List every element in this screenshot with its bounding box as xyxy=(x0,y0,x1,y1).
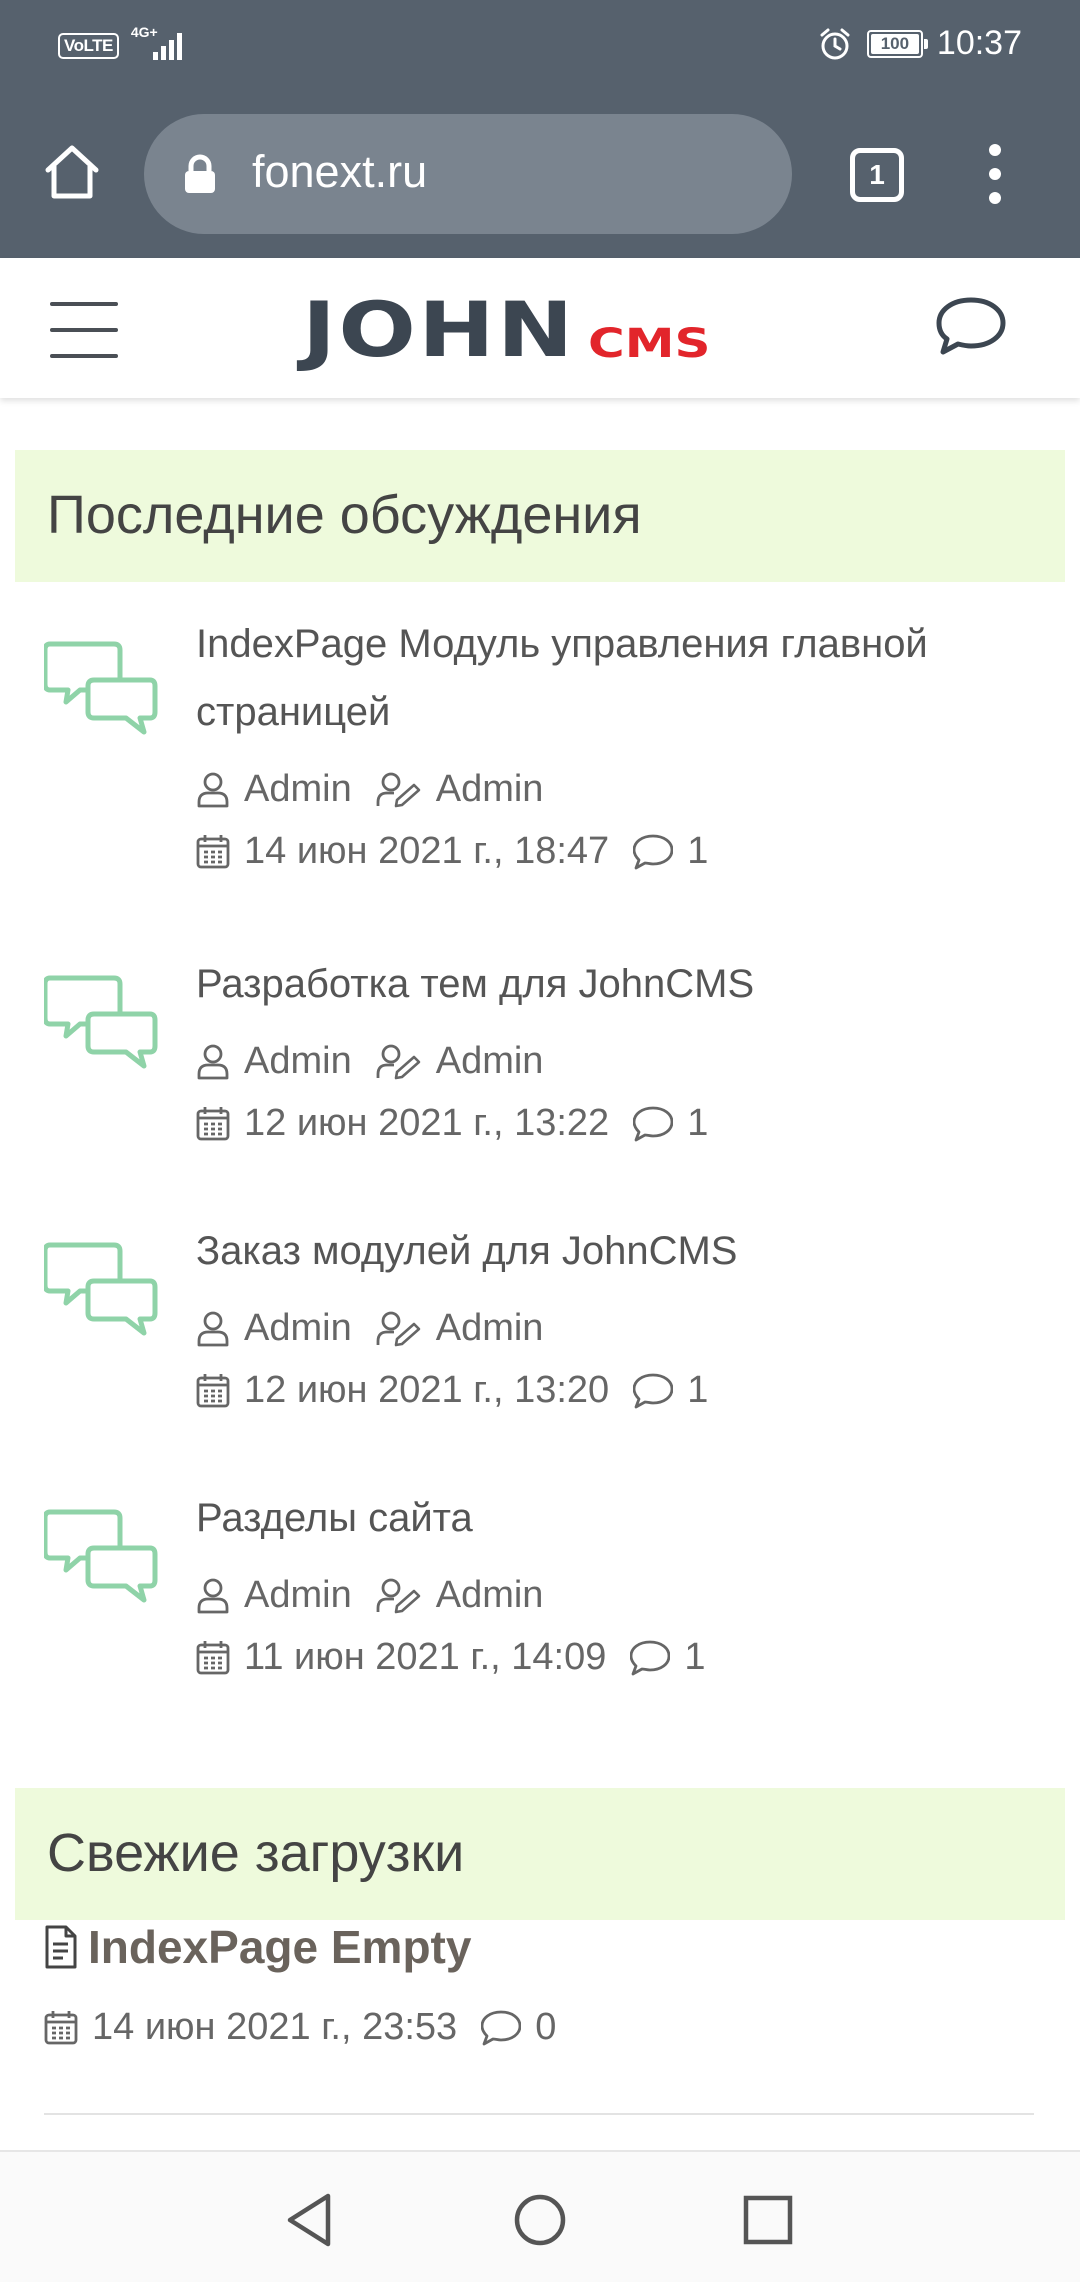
topic-chat-icon xyxy=(44,1241,158,1337)
volte-indicator: VoLTE xyxy=(58,33,119,59)
topic-date: 14 июн 2021 г., 18:47 xyxy=(244,830,610,872)
topic-author[interactable]: Admin xyxy=(244,1040,352,1083)
home-icon[interactable] xyxy=(40,140,104,204)
topic-stats: 12 июн 2021 г., 13:20 1 xyxy=(196,1369,708,1412)
topic-last-poster[interactable]: Admin xyxy=(436,1040,544,1083)
topic-item[interactable]: Заказ модулей для JohnCMS Admin Admin 12… xyxy=(0,1217,1080,1437)
topic-authors: Admin Admin xyxy=(196,768,543,811)
calendar-icon xyxy=(196,1372,230,1408)
topic-last-poster[interactable]: Admin xyxy=(436,1307,544,1350)
downloads-title: Свежие загрузки xyxy=(47,1823,465,1883)
topic-date: 12 июн 2021 г., 13:20 xyxy=(244,1369,610,1411)
system-nav-bar xyxy=(0,2150,1080,2282)
status-bar: VoLTE 4G+ 100 10:37 xyxy=(0,0,1080,92)
more-vert-icon[interactable] xyxy=(975,144,1015,204)
topic-date: 12 июн 2021 г., 13:22 xyxy=(244,1102,610,1144)
user-icon xyxy=(197,1578,229,1614)
discussions-header: Последние обсуждения xyxy=(15,450,1065,582)
comment-icon xyxy=(630,1640,671,1676)
chat-bubble-icon[interactable] xyxy=(935,294,1007,358)
topic-author[interactable]: Admin xyxy=(244,1307,352,1350)
topic-last-poster[interactable]: Admin xyxy=(436,1574,544,1617)
edit-user-icon xyxy=(376,1578,421,1614)
topic-chat-icon xyxy=(44,974,158,1070)
user-icon xyxy=(197,1044,229,1080)
browser-toolbar: fonext.ru 1 xyxy=(0,92,1080,258)
topic-authors: Admin Admin xyxy=(196,1574,543,1617)
site-header: JOHN CMS xyxy=(0,258,1080,398)
topic-item[interactable]: Разработка тем для JohnCMS Admin Admin 1… xyxy=(0,950,1080,1170)
topic-authors: Admin Admin xyxy=(196,1040,543,1083)
lock-icon xyxy=(185,154,215,193)
comment-icon xyxy=(633,1373,674,1409)
topic-author[interactable]: Admin xyxy=(244,768,352,811)
tabs-button[interactable]: 1 xyxy=(850,148,904,202)
home-circle-icon[interactable] xyxy=(510,2190,570,2250)
topic-stats: 14 июн 2021 г., 18:47 1 xyxy=(196,830,708,873)
user-icon xyxy=(197,772,229,808)
calendar-icon xyxy=(196,1639,230,1675)
calendar-icon xyxy=(196,833,230,869)
topic-authors: Admin Admin xyxy=(196,1307,543,1350)
download-stats: 14 июн 2021 г., 23:53 0 xyxy=(44,2006,556,2049)
download-comments: 0 xyxy=(535,2006,557,2048)
battery-level: 100 xyxy=(880,33,910,53)
logo-cms: CMS xyxy=(588,321,711,367)
file-icon xyxy=(45,1925,77,1969)
signal-icon: 4G+ xyxy=(131,24,195,64)
status-left: VoLTE 4G+ xyxy=(58,24,195,64)
topic-replies: 1 xyxy=(687,1369,709,1411)
topic-last-poster[interactable]: Admin xyxy=(436,768,544,811)
site-logo[interactable]: JOHN CMS xyxy=(302,285,711,374)
topic-chat-icon xyxy=(44,640,158,736)
topic-author[interactable]: Admin xyxy=(244,1574,352,1617)
topic-chat-icon xyxy=(44,1508,158,1604)
logo-john: JOHN xyxy=(302,285,576,374)
comment-icon xyxy=(633,834,674,870)
edit-user-icon xyxy=(376,1311,421,1347)
download-date: 14 июн 2021 г., 23:53 xyxy=(92,2006,458,2048)
topic-stats: 12 июн 2021 г., 13:22 1 xyxy=(196,1102,708,1145)
address-bar[interactable]: fonext.ru xyxy=(144,114,792,234)
url-text[interactable]: fonext.ru xyxy=(252,146,427,198)
topic-replies: 1 xyxy=(687,830,709,872)
recents-icon[interactable] xyxy=(740,2190,796,2250)
hamburger-icon[interactable] xyxy=(50,298,120,358)
download-title[interactable]: IndexPage Empty xyxy=(88,1920,471,1974)
download-item[interactable]: IndexPage Empty xyxy=(44,1920,471,1974)
calendar-icon xyxy=(196,1105,230,1141)
edit-user-icon xyxy=(376,1044,421,1080)
comment-icon xyxy=(633,1106,674,1142)
status-right: 100 10:37 xyxy=(817,24,1022,63)
edit-user-icon xyxy=(376,772,421,808)
alarm-icon xyxy=(820,28,850,59)
comment-icon xyxy=(481,2010,522,2046)
calendar-icon xyxy=(44,2009,78,2045)
topic-item[interactable]: IndexPage Модуль управления главной стра… xyxy=(0,610,1080,890)
topic-title[interactable]: IndexPage Модуль управления главной стра… xyxy=(196,610,1036,746)
topic-title[interactable]: Разработка тем для JohnCMS xyxy=(196,950,1036,1018)
battery-icon: 100 xyxy=(866,29,928,58)
topic-stats: 11 июн 2021 г., 14:09 1 xyxy=(196,1636,706,1679)
clock: 10:37 xyxy=(936,24,1022,62)
topic-item[interactable]: Разделы сайта Admin Admin 11 июн 2021 г.… xyxy=(0,1484,1080,1704)
topic-replies: 1 xyxy=(687,1102,709,1144)
downloads-header: Свежие загрузки xyxy=(15,1788,1065,1920)
back-icon[interactable] xyxy=(282,2190,338,2250)
topic-replies: 1 xyxy=(684,1636,706,1678)
discussions-title: Последние обсуждения xyxy=(47,485,642,545)
topic-title[interactable]: Разделы сайта xyxy=(196,1484,1036,1552)
user-icon xyxy=(197,1311,229,1347)
divider xyxy=(44,2113,1034,2115)
topic-date: 11 июн 2021 г., 14:09 xyxy=(244,1636,607,1678)
topic-title[interactable]: Заказ модулей для JohnCMS xyxy=(196,1217,1036,1285)
